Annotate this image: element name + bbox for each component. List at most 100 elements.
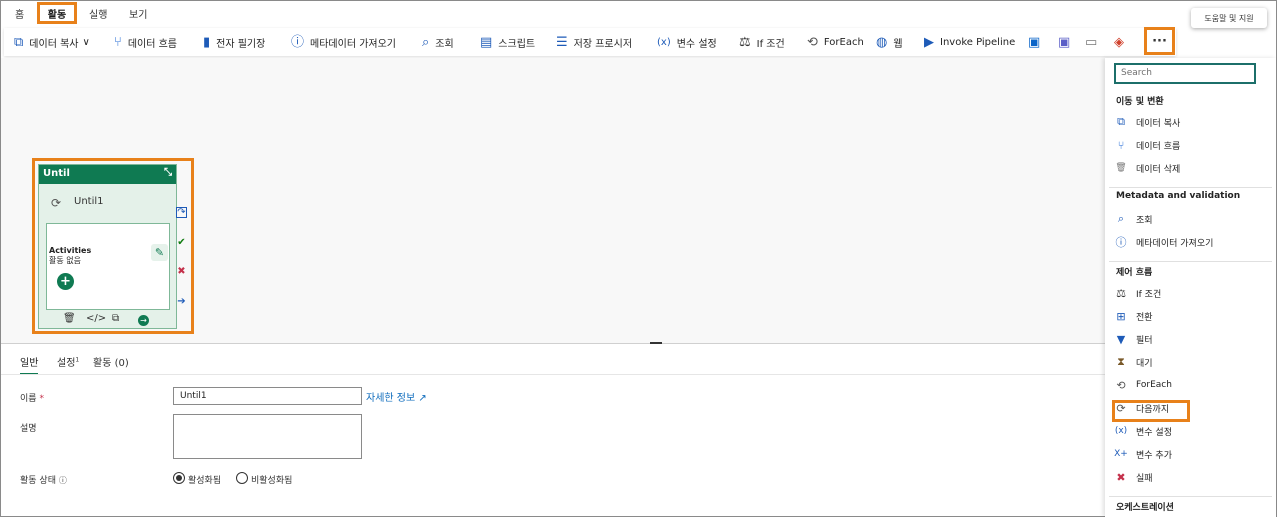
flyout-item-switch[interactable]: ⊞ 전환: [1114, 307, 1152, 325]
add-activity-icon[interactable]: +: [57, 273, 74, 290]
tab-activities[interactable]: 활동: [37, 2, 77, 24]
tab-settings[interactable]: 설정1: [57, 354, 79, 369]
flyout-item-label: 메타데이터 가져오기: [1136, 238, 1214, 249]
learn-more-link[interactable]: 자세한 정보 ↗: [366, 389, 427, 404]
success-output-icon[interactable]: ✔: [176, 237, 187, 248]
code-icon[interactable]: </>: [86, 313, 106, 324]
expand-icon[interactable]: ⤡: [164, 167, 172, 178]
flyout-item-set-variable[interactable]: (x) 변수 설정: [1114, 422, 1172, 440]
notebook-icon: ▮: [203, 34, 211, 50]
teams-icon: ▣: [1058, 34, 1071, 50]
flyout-item-fail[interactable]: ✖ 실패: [1114, 468, 1152, 486]
flyout-item-label: 데이터 흐름: [1136, 141, 1181, 152]
lookup-icon: ⌕: [422, 34, 430, 50]
invoke-pipeline-icon: ▶: [924, 34, 934, 50]
toolbar-label: 메타데이터 가져오기: [310, 38, 396, 50]
flyout-item-wait[interactable]: ⧗ 대기: [1114, 353, 1152, 371]
copy-icon[interactable]: ⧉: [112, 313, 119, 324]
toolbar-web-button[interactable]: ◍ 웹: [876, 28, 903, 56]
radio-activated[interactable]: [173, 472, 185, 484]
name-label: 이름 *: [20, 391, 44, 404]
flyout-item-lookup[interactable]: ⌕ 조회: [1114, 210, 1153, 228]
required-mark: *: [39, 394, 44, 404]
tab-home[interactable]: 홈: [15, 6, 24, 21]
toolbar-notebook-button[interactable]: ▮ 전자 필기장: [203, 28, 265, 56]
until-card-name: Until1: [74, 196, 104, 207]
toolbar-script-button[interactable]: ▤ 스크립트: [480, 28, 535, 56]
section-divider: [1109, 187, 1272, 188]
flyout-item-append-variable[interactable]: X+ 변수 추가: [1114, 445, 1172, 463]
form-icon: ▭: [1085, 34, 1098, 50]
complete-output-icon[interactable]: ➔: [176, 296, 187, 307]
filter-icon: ▼: [1116, 332, 1126, 346]
flyout-item-label: ForEach: [1136, 380, 1172, 390]
toolbar-form-button[interactable]: ▭: [1085, 28, 1103, 56]
flyout-item-dataflow[interactable]: ⑂ 데이터 흐름: [1114, 136, 1181, 154]
more-activities-button[interactable]: ···: [1144, 27, 1175, 55]
activity-state-label: 활동 상태 ⓘ: [20, 473, 67, 486]
tab-run[interactable]: 실행: [89, 6, 107, 21]
activity-toolbar: ⧉ 데이터 복사 ∨ ⑂ 데이터 흐름 ▮ 전자 필기장 ⓘ 메타데이터 가져오기 ⌕ 조회 ▤ 스크립…: [4, 28, 1176, 56]
toolbar-info-button[interactable]: ⓘ 메타데이터 가져오기: [291, 28, 396, 56]
flyout-item-copy-data[interactable]: ⧉ 데이터 복사: [1114, 113, 1180, 131]
settings-badge: 1: [75, 356, 80, 364]
activities-flyout: Search 이동 및 변환 ⧉ 데이터 복사 ⑂ 데이터 흐름 🗑 데이터 삭제 Metad…: [1105, 58, 1276, 517]
description-label: 설명: [20, 424, 37, 434]
skip-output-icon[interactable]: ↷: [176, 207, 187, 218]
stored-procedure-icon: ☰: [556, 34, 568, 50]
set-variable-icon: (x): [1114, 426, 1128, 436]
toolbar-label: 데이터 흐름: [127, 38, 177, 50]
delete-icon: 🗑: [1115, 163, 1127, 173]
radio-deactivated[interactable]: [236, 472, 248, 484]
toolbar-label: 저장 프로시저: [573, 38, 633, 50]
flyout-item-label: 조회: [1136, 215, 1153, 226]
tab-activities-count[interactable]: 활동 (0): [93, 354, 129, 369]
dataflow-icon: ⑂: [114, 34, 122, 50]
toolbar-layers-button[interactable]: ◈: [1114, 28, 1130, 56]
edit-activities-icon[interactable]: ✎: [151, 244, 168, 261]
navigate-icon[interactable]: →: [138, 315, 149, 326]
flyout-item-label: 변수 설정: [1136, 427, 1172, 438]
fail-output-icon[interactable]: ✖: [176, 266, 187, 277]
description-textarea[interactable]: [173, 414, 362, 459]
panel-splitter[interactable]: [1, 343, 1105, 344]
splitter-handle[interactable]: [650, 342, 662, 344]
toolbar-copy-data-button[interactable]: ⧉ 데이터 복사 ∨: [14, 28, 90, 56]
toolbar-teams-button[interactable]: ▣: [1058, 28, 1076, 56]
section-divider: [1109, 261, 1272, 262]
activity-search-input[interactable]: Search: [1114, 63, 1256, 84]
toolbar-label: 데이터 복사: [29, 38, 79, 50]
toolbar-foreach-button[interactable]: ⟲ ForEach: [807, 28, 864, 56]
section-divider: [1109, 496, 1272, 497]
flyout-item-filter[interactable]: ▼ 필터: [1114, 330, 1153, 348]
foreach-icon: ⟲: [1116, 378, 1126, 392]
flyout-item-delete[interactable]: 🗑 데이터 삭제: [1114, 159, 1180, 177]
flyout-item-label: 필터: [1136, 335, 1153, 346]
name-input[interactable]: Until1: [173, 387, 362, 405]
flyout-item-info[interactable]: ⓘ 메타데이터 가져오기: [1114, 233, 1214, 251]
card-footer: 🗑 </> ⧉ →: [39, 313, 176, 328]
toolbar-if-condition-button[interactable]: ⚖ If 조건: [739, 28, 785, 56]
activities-empty-text: 활동 없음: [49, 256, 81, 265]
toolbar-stored-procedure-button[interactable]: ☰ 저장 프로시저: [556, 28, 632, 56]
flyout-item-label: If 조건: [1136, 289, 1162, 300]
tab-settings-label: 설정: [57, 358, 76, 369]
section-title: 제어 흐름: [1116, 268, 1153, 278]
dataflow-icon: ⑂: [1117, 138, 1125, 152]
delete-icon[interactable]: 🗑: [63, 313, 76, 324]
toolbar-outlook-button[interactable]: ▣: [1028, 28, 1046, 56]
tab-view[interactable]: 보기: [129, 6, 147, 21]
flyout-item-if-condition[interactable]: ⚖ If 조건: [1114, 284, 1161, 302]
tab-general[interactable]: 일반: [20, 354, 39, 375]
toolbar-set-variable-button[interactable]: (x) 변수 설정: [657, 28, 717, 56]
toolbar-label: If 조건: [756, 38, 785, 50]
toolbar-invoke-pipeline-button[interactable]: ▶ Invoke Pipeline: [924, 28, 1015, 56]
external-link-icon: ↗: [418, 393, 427, 404]
section-title: 오케스트레이션: [1116, 503, 1174, 513]
chevron-down-icon[interactable]: ∨: [82, 37, 89, 48]
lookup-icon: ⌕: [1117, 212, 1125, 225]
toolbar-lookup-button[interactable]: ⌕ 조회: [422, 28, 454, 56]
flyout-item-foreach[interactable]: ⟲ ForEach: [1114, 376, 1172, 394]
toolbar-dataflow-button[interactable]: ⑂ 데이터 흐름: [114, 28, 177, 56]
until-activity-card[interactable]: Until ⤡ ⟳ Until1 Activities 활동 없음 ✎ + 🗑 …: [38, 164, 177, 329]
